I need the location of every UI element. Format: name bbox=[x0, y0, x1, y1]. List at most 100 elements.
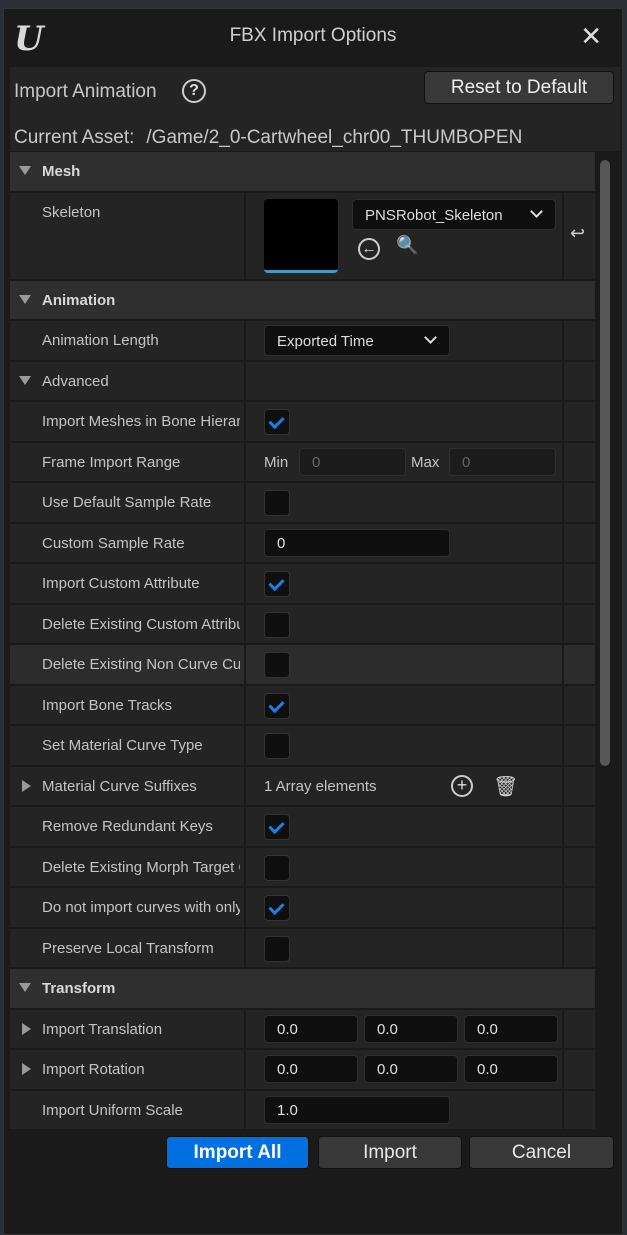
collapse-arrow-icon[interactable] bbox=[19, 166, 31, 175]
checkbox[interactable] bbox=[264, 814, 290, 840]
import-button[interactable]: Import bbox=[318, 1136, 462, 1169]
reset-cell bbox=[562, 402, 595, 441]
y-input[interactable]: 0.0 bbox=[364, 1055, 458, 1083]
value-cell bbox=[244, 807, 562, 846]
property-row-import-custom-attribute: Import Custom Attribute bbox=[10, 564, 595, 603]
property-row-import-rotation: Import Rotation 0.0 0.0 0.0 bbox=[10, 1050, 595, 1089]
browse-asset-icon[interactable]: 🔍 bbox=[396, 235, 418, 256]
reset-cell bbox=[562, 847, 595, 886]
checkbox[interactable] bbox=[264, 733, 290, 759]
property-label: Import Uniform Scale bbox=[42, 1101, 183, 1119]
reset-cell bbox=[562, 726, 595, 765]
value-cell bbox=[244, 847, 562, 886]
category-mesh[interactable]: Mesh bbox=[10, 152, 595, 191]
y-input[interactable]: 0.0 bbox=[364, 1014, 458, 1043]
checkbox[interactable] bbox=[264, 854, 290, 881]
category-animation[interactable]: Animation bbox=[10, 280, 595, 319]
property-row-skeleton: Skeleton PNSRobot_Skeleton ← 🔍 ↩ bbox=[10, 192, 595, 279]
import-all-button[interactable]: Import All bbox=[166, 1136, 309, 1169]
close-icon[interactable]: ✕ bbox=[580, 21, 602, 52]
trash-icon[interactable]: 🗑 bbox=[493, 774, 518, 799]
use-selected-asset-icon[interactable]: ← bbox=[358, 237, 380, 260]
z-input[interactable]: 0.0 bbox=[464, 1014, 558, 1043]
property-row-frame-import-range: Frame Import Range Min 0 Max 0 bbox=[10, 442, 595, 481]
reset-cell bbox=[562, 321, 595, 360]
window-title: FBX Import Options bbox=[229, 25, 397, 46]
property-label: Frame Import Range bbox=[42, 453, 181, 471]
checkbox[interactable] bbox=[264, 490, 290, 516]
checkbox[interactable] bbox=[264, 409, 290, 435]
question-circle-icon[interactable]: ? bbox=[182, 79, 206, 103]
number-input[interactable]: 0 bbox=[264, 528, 450, 557]
asset-thumbnail[interactable] bbox=[264, 198, 338, 273]
current-asset-label: Current Asset: bbox=[14, 127, 135, 148]
cancel-button[interactable]: Cancel bbox=[469, 1136, 614, 1169]
value-cell: Exported Time bbox=[244, 321, 562, 360]
reset-cell bbox=[562, 685, 595, 724]
checkbox[interactable] bbox=[264, 895, 290, 921]
property-label: Use Default Sample Rate bbox=[42, 494, 212, 511]
property-row-delete-existing-custom-attribute-curves: Delete Existing Custom Attribute Curves bbox=[10, 604, 595, 643]
value-cell bbox=[244, 483, 562, 522]
current-asset-path: /Game/2_0-Cartwheel_chr00_THUMBOPEN bbox=[146, 127, 523, 148]
checkbox[interactable] bbox=[264, 692, 290, 719]
reset-cell bbox=[562, 1050, 595, 1089]
max-label: Max bbox=[411, 453, 440, 471]
scrollbar-thumb[interactable] bbox=[600, 160, 610, 766]
property-label: Delete Existing Custom Attribute Curves bbox=[42, 615, 240, 633]
max-input[interactable]: 0 bbox=[449, 447, 556, 476]
reset-cell bbox=[562, 1090, 595, 1129]
add-element-icon[interactable]: + bbox=[451, 774, 473, 797]
min-input[interactable]: 0 bbox=[299, 447, 406, 476]
property-label: Delete Existing Non Curve Custom Attribu… bbox=[42, 656, 240, 673]
checkbox[interactable] bbox=[264, 652, 290, 678]
property-label: Import Rotation bbox=[42, 1061, 145, 1078]
category-transform[interactable]: Transform bbox=[10, 969, 595, 1008]
expand-arrow-icon[interactable] bbox=[22, 779, 31, 792]
reset-to-default-button[interactable]: Reset to Default bbox=[424, 71, 614, 104]
property-label: Do not import curves with only 0 values bbox=[42, 899, 240, 916]
property-row-import-translation: Import Translation 0.0 0.0 0.0 bbox=[10, 1009, 595, 1048]
collapse-arrow-icon[interactable] bbox=[19, 375, 31, 385]
chevron-down-icon bbox=[424, 331, 437, 344]
reset-cell bbox=[562, 928, 595, 967]
value-cell bbox=[244, 685, 562, 724]
value-cell: 1 Array elements + 🗑 bbox=[244, 766, 562, 805]
property-label: Animation bbox=[42, 291, 116, 309]
property-row-preserve-local-transform: Preserve Local Transform bbox=[10, 928, 595, 967]
reset-arrow-icon[interactable]: ↩ bbox=[570, 223, 585, 244]
checkbox[interactable] bbox=[264, 571, 290, 597]
skeleton-picker[interactable]: PNSRobot_Skeleton bbox=[352, 198, 556, 230]
reset-cell bbox=[562, 807, 595, 846]
property-row-use-default-sample-rate: Use Default Sample Rate bbox=[10, 483, 595, 522]
property-row-delete-existing-non-curve-custom-attributes: Delete Existing Non Curve Custom Attribu… bbox=[10, 645, 595, 684]
animation-length-dropdown[interactable]: Exported Time bbox=[264, 325, 450, 356]
details-panel: Mesh Skeleton PNSRobot_Skeleton ← 🔍 ↩ Animatio… bbox=[10, 152, 595, 1129]
value-cell: 0.0 0.0 0.0 bbox=[244, 1050, 562, 1089]
fbx-import-dialog: U FBX Import Options ✕ Import Animation … bbox=[3, 8, 623, 1235]
value-cell bbox=[244, 928, 562, 967]
expand-arrow-icon[interactable] bbox=[22, 1063, 31, 1075]
x-input[interactable]: 0.0 bbox=[264, 1055, 358, 1083]
property-label: Custom Sample Rate bbox=[42, 534, 185, 552]
value-cell bbox=[244, 361, 562, 400]
z-input[interactable]: 0.0 bbox=[464, 1055, 558, 1083]
toolbar: Import Animation ? Reset to Default bbox=[10, 67, 620, 117]
checkbox[interactable] bbox=[264, 935, 290, 962]
number-input[interactable]: 1.0 bbox=[264, 1095, 450, 1124]
min-label: Min bbox=[264, 453, 289, 471]
value-cell bbox=[244, 888, 562, 927]
scrollbar[interactable] bbox=[599, 154, 611, 1134]
chevron-down-icon bbox=[530, 204, 543, 218]
collapse-arrow-icon[interactable] bbox=[19, 294, 31, 304]
value-cell: 0 bbox=[244, 523, 562, 562]
expand-arrow-icon[interactable] bbox=[22, 1022, 31, 1035]
collapse-arrow-icon[interactable] bbox=[19, 983, 31, 992]
property-row-set-material-curve-type: Set Material Curve Type bbox=[10, 726, 595, 765]
property-label: Import Bone Tracks bbox=[42, 696, 173, 714]
category-advanced[interactable]: Advanced bbox=[10, 361, 595, 400]
checkbox[interactable] bbox=[264, 611, 290, 638]
x-input[interactable]: 0.0 bbox=[264, 1014, 358, 1043]
property-row-remove-redundant-keys: Remove Redundant Keys bbox=[10, 807, 595, 846]
title-bar: U FBX Import Options ✕ bbox=[4, 9, 622, 67]
